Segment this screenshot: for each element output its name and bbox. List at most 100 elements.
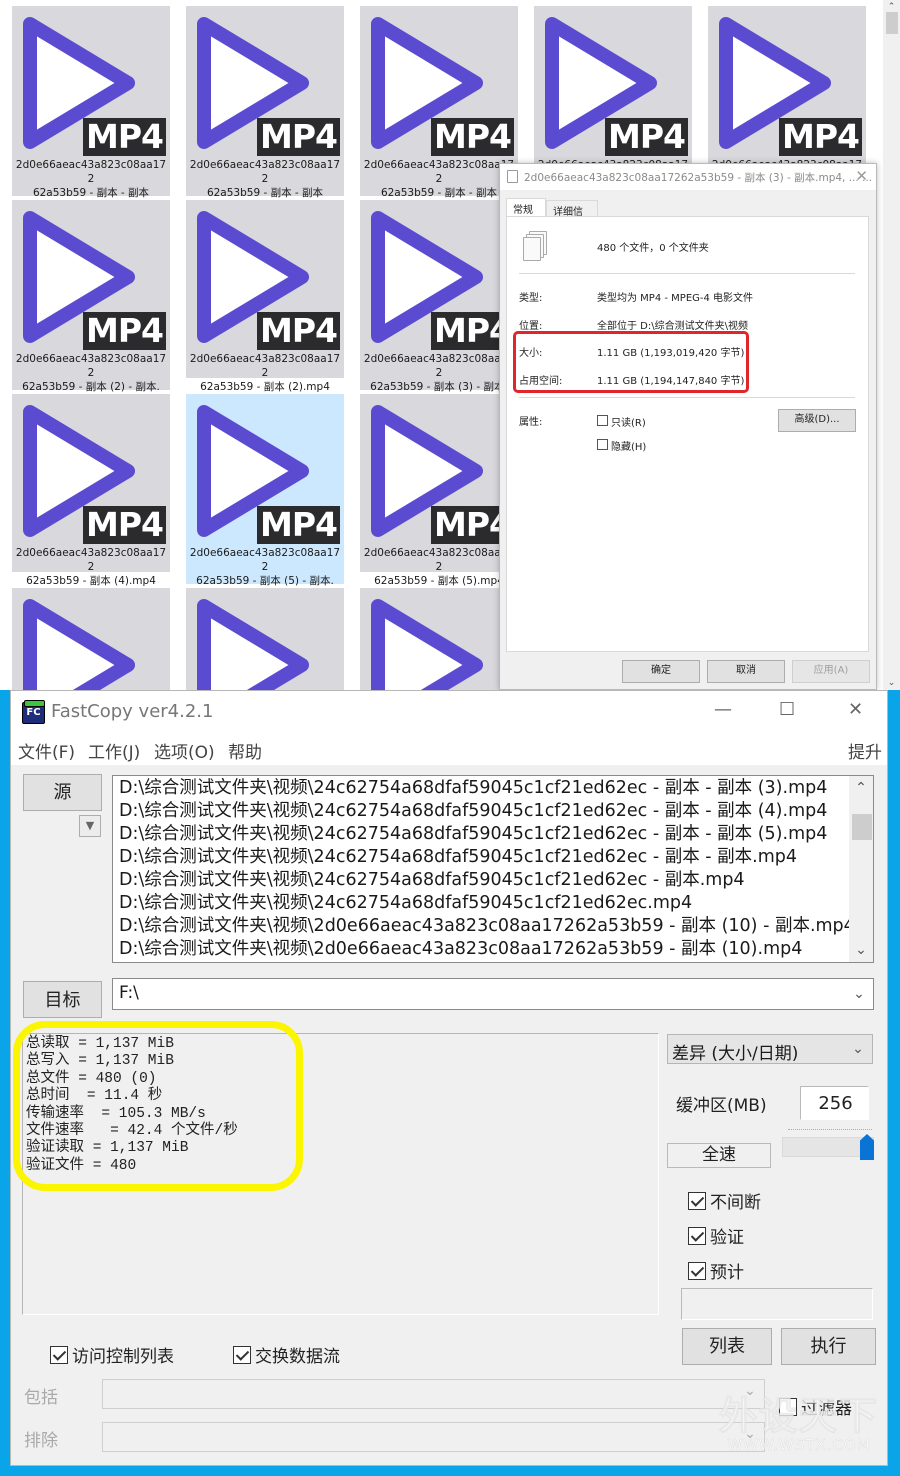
file-name: 2d0e66aeac43a823c08aa172 62a53b59 - 副本 (4… [15,547,167,587]
nonstop-checkbox[interactable] [688,1191,706,1210]
copy-mode-select[interactable]: 差异 (大小/日期) ⌄ [667,1034,873,1064]
chevron-down-icon[interactable]: ⌄ [849,942,873,958]
chevron-down-icon[interactable]: ⌄ [738,1426,762,1442]
mp4-badge: MP4 [431,118,514,156]
file-tile[interactable]: MP4 2d0e66aeac43a823c08aa172 62a53b59 - 副本… [12,394,170,587]
close-button[interactable]: ✕ [848,699,863,720]
nonstop-label: 不间断 [710,1193,761,1213]
menu-job[interactable]: 工作(J) [88,738,140,763]
source-dropdown-icon[interactable]: ▼ [79,815,101,837]
screenshot-root: MP4 2d0e66aeac43a823c08aa172 62a53b59 - 副本… [0,0,900,1476]
stats-highlight-ring [13,1021,303,1191]
streams-checkbox[interactable] [233,1345,251,1364]
size-label: 大小: [519,348,543,359]
speed-slider[interactable] [782,1127,874,1163]
tab-general[interactable]: 常规 [506,198,546,218]
acl-label: 访问控制列表 [72,1347,174,1367]
explorer-scrollbar[interactable]: ⌃ ⌄ [883,0,900,690]
source-file-row[interactable]: D:\综合测试文件夹\视频\2d0e66aeac43a823c08aa17262… [119,938,802,961]
option-estimate[interactable]: 预计 [688,1258,744,1283]
apply-button[interactable]: 应用(A) [792,660,870,683]
document-icon [507,170,518,183]
status-box [681,1288,873,1320]
list-button[interactable]: 列表 [682,1328,772,1365]
mp4-badge: MP4 [257,506,340,544]
source-file-row[interactable]: D:\综合测试文件夹\视频\24c62754a68dfaf59045c1cf21… [119,846,797,869]
chevron-down-icon: ⌄ [852,1041,864,1057]
target-button[interactable]: 目标 [23,981,102,1018]
file-tile[interactable]: MP4 2d0e66aeac43a823c08aa172 62a53b59 - 副本… [360,200,518,407]
full-speed-button[interactable]: 全速 [667,1143,771,1168]
properties-close-button[interactable]: ✕ [855,167,868,185]
source-file-row[interactable]: D:\综合测试文件夹\视频\24c62754a68dfaf59045c1cf21… [119,892,692,915]
properties-panel: 480 个文件，0 个文件夹 类型: 类型均为 MP4 - MPEG-4 电影文… [506,216,869,652]
buffer-size-value: 256 [818,1093,853,1114]
source-file-list[interactable]: D:\综合测试文件夹\视频\24c62754a68dfaf59045c1cf21… [112,775,874,963]
source-file-row[interactable]: D:\综合测试文件夹\视频\24c62754a68dfaf59045c1cf21… [119,800,827,823]
source-file-row[interactable]: D:\综合测试文件夹\视频\24c62754a68dfaf59045c1cf21… [119,823,827,846]
copy-mode-value: 差异 (大小/日期) [672,1044,799,1064]
chevron-down-icon[interactable]: ⌄ [847,986,871,1002]
chevron-down-icon[interactable]: ⌄ [738,1383,762,1399]
advanced-button[interactable]: 高级(D)... [778,409,856,432]
exclude-label: 排除 [24,1431,58,1451]
acl-checkbox[interactable] [50,1345,68,1364]
source-file-row[interactable]: D:\综合测试文件夹\视频\24c62754a68dfaf59045c1cf21… [119,777,827,800]
file-tile[interactable]: MP4 2d0e66aeac43a823c08aa172 62a53b59 - 副本… [12,6,170,213]
mp4-badge: MP4 [83,506,166,544]
option-nonstop[interactable]: 不间断 [688,1188,761,1213]
minimize-button[interactable]: — [714,699,732,720]
option-streams[interactable]: 交换数据流 [233,1342,340,1367]
type-value: 类型均为 MP4 - MPEG-4 电影文件 [597,293,754,304]
mp4-badge: MP4 [257,312,340,350]
exclude-field[interactable]: ⌄ [102,1422,765,1452]
ok-button[interactable]: 确定 [622,660,700,683]
scroll-down-icon[interactable]: ⌄ [883,678,900,688]
source-list-scrollbar[interactable]: ⌃ ⌄ [849,776,873,962]
scroll-thumb[interactable] [852,814,872,840]
separator [519,397,855,398]
include-field[interactable]: ⌄ [102,1379,765,1409]
maximize-button[interactable]: ☐ [779,699,795,720]
option-filter[interactable]: 过滤器 [779,1394,852,1419]
cancel-button[interactable]: 取消 [707,660,785,683]
readonly-label: 只读(R) [611,418,646,429]
properties-titlebar: 2d0e66aeac43a823c08aa17262a53b59 - 副本 (3… [500,164,876,190]
option-verify[interactable]: 验证 [688,1223,744,1248]
execute-button[interactable]: 执行 [781,1328,876,1365]
option-acl[interactable]: 访问控制列表 [50,1342,174,1367]
source-file-row[interactable]: D:\综合测试文件夹\视频\24c62754a68dfaf59045c1cf21… [119,869,745,892]
menu-options[interactable]: 选项(O) [154,738,215,763]
files-summary: 480 个文件，0 个文件夹 [597,243,709,254]
verify-label: 验证 [710,1228,744,1248]
scroll-thumb[interactable] [886,12,898,34]
menu-file[interactable]: 文件(F) [18,738,75,763]
fastcopy-logo-icon: FC [22,700,45,724]
target-path-field[interactable]: F:\ ⌄ [112,978,874,1010]
fastcopy-titlebar: FC FastCopy ver4.2.1 — ☐ ✕ [11,691,887,731]
source-file-row[interactable]: D:\综合测试文件夹\视频\2d0e66aeac43a823c08aa17262… [119,915,855,938]
mp4-badge: MP4 [257,118,340,156]
estimate-checkbox[interactable] [688,1261,706,1280]
file-tile[interactable] [360,588,518,690]
menu-help[interactable]: 帮助 [228,738,262,763]
location-label: 位置: [519,321,543,332]
file-tile[interactable]: MP4 2d0e66aeac43a823c08aa172 62a53b59 - 副本… [186,200,344,393]
file-tile[interactable]: MP4 2d0e66aeac43a823c08aa172 62a53b59 - 副本… [360,6,518,213]
file-tile[interactable]: MP4 2d0e66aeac43a823c08aa172 62a53b59 - 副本… [360,394,518,587]
menu-upgrade[interactable]: 提升 [848,738,882,763]
file-tile[interactable]: MP4 2d0e66aeac43a823c08aa172 62a53b59 - 副本… [186,6,344,213]
file-tile[interactable]: MP4 2d0e66aeac43a823c08aa172 62a53b59 - 副本… [12,200,170,407]
hidden-checkbox[interactable] [597,439,608,450]
file-tile[interactable]: MP4 2d0e66aeac43a823c08aa172 62a53b59 - 副本… [186,394,344,601]
file-tile[interactable] [186,588,344,690]
scroll-up-icon[interactable]: ⌃ [883,2,900,12]
verify-checkbox[interactable] [688,1226,706,1245]
source-button[interactable]: 源 [23,774,102,811]
buffer-size-input[interactable]: 256 [800,1086,869,1120]
file-tile[interactable] [12,588,170,690]
multiple-files-icon [523,231,549,265]
readonly-checkbox[interactable] [597,415,608,426]
filter-checkbox[interactable] [779,1397,797,1416]
chevron-up-icon[interactable]: ⌃ [849,780,873,796]
